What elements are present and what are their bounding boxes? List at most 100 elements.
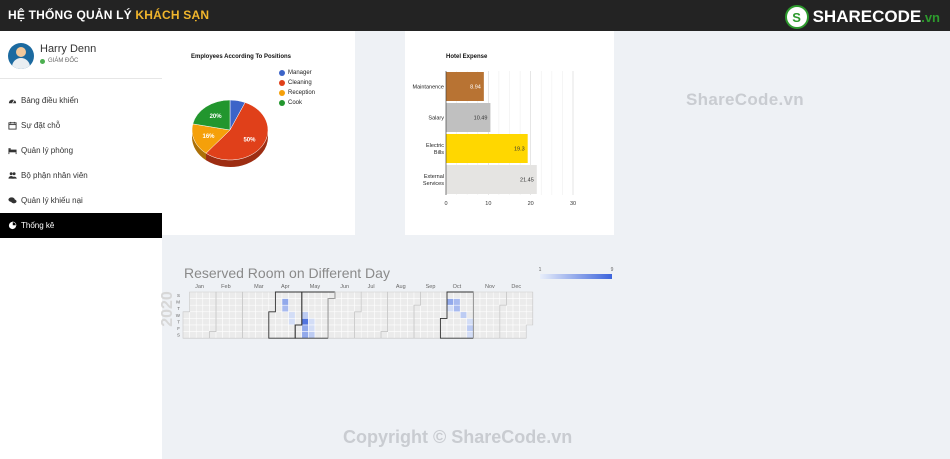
calendar-day-cell [479, 324, 487, 332]
calendar-day-cell [248, 318, 256, 326]
calendar-day-cell [301, 331, 309, 339]
calendar-day-cell [453, 331, 461, 339]
weekday-label: T [177, 306, 180, 311]
sidebar-item-statistics[interactable]: Thống kê [0, 213, 162, 238]
calendar-day-cell [486, 304, 494, 313]
legend-label: Manager [288, 70, 312, 76]
calendar-day-cell [407, 324, 415, 332]
calendar-day-cell [288, 324, 296, 332]
sidebar-item-label: Quản lý khiếu nại [21, 196, 83, 205]
dashboard-icon [8, 96, 17, 105]
calendar-day-cell [360, 331, 369, 339]
employees-pie-card: Employees According To Positions 50% 16% 2… [162, 31, 355, 235]
calendar-day-cell [407, 331, 415, 339]
calendar-day-cell [459, 324, 468, 332]
calendar-day-cell [334, 304, 342, 313]
calendar-day-cell [215, 331, 223, 339]
sidebar-item-staff[interactable]: Bộ phận nhân viên [0, 163, 162, 188]
calendar-day-cell [281, 298, 289, 306]
calendar-day-cell [248, 304, 256, 313]
calendar-day-cell [294, 291, 303, 299]
sharecode-logo: S SHARECODE.vn [784, 4, 940, 30]
calendar-day-cell [506, 291, 514, 299]
watermark-top: ShareCode.vn [686, 90, 804, 109]
calendar-day-cell [360, 291, 369, 299]
calendar-day-cell [209, 291, 217, 299]
calendar-day-cell [380, 304, 388, 313]
calendar-day-cell [407, 304, 415, 313]
user-profile[interactable]: Harry Denn GIÁM ĐỐC [8, 41, 158, 73]
calendar-day-cell [281, 304, 289, 313]
calendar-day-cell [519, 331, 527, 339]
calendar-day-cell [479, 291, 487, 299]
calendar-day-cell [294, 324, 303, 332]
category-label: External [424, 174, 444, 180]
sidebar-item-rooms[interactable]: Quản lý phòng [0, 138, 162, 163]
calendar-day-cell [235, 324, 243, 332]
calendar-day-cell [314, 311, 322, 319]
calendar-day-cell [215, 291, 223, 299]
calendar-day-cell [374, 311, 382, 319]
calendar-day-cell [261, 298, 270, 306]
sidebar-item-reservation[interactable]: Sự đặt chỗ [0, 113, 162, 138]
calendar-day-cell [341, 318, 349, 326]
calendar-day-cell [360, 304, 369, 313]
calendar-day-cell [440, 298, 448, 306]
calendar-day-cell [301, 324, 309, 332]
bar-value-label: 21.45 [520, 178, 534, 184]
calendar-day-cell [321, 324, 329, 332]
calendar-day-cell [400, 311, 408, 319]
calendar-day-cell [281, 311, 289, 319]
sidebar-item-dashboard[interactable]: Bảng điều khiển [0, 88, 162, 113]
calendar-day-cell [189, 304, 197, 313]
calendar-day-cell [393, 318, 402, 326]
calendar-day-cell [440, 304, 448, 313]
calendar-day-cell [281, 291, 289, 299]
bed-icon [8, 146, 17, 155]
sidebar-item-complaints[interactable]: Quản lý khiếu nại [0, 188, 162, 213]
calendar-day-cell [519, 311, 527, 319]
calendar-day-cell [393, 298, 402, 306]
calendar-day-cell [440, 324, 448, 332]
calendar-day-cell [426, 318, 435, 326]
calendar-day-cell [440, 331, 448, 339]
calendar-day-cell [492, 331, 501, 339]
calendar-day-cell [479, 318, 487, 326]
bar-value-label: 8.94 [470, 85, 481, 91]
calendar-day-cell [281, 318, 289, 326]
calendar-day-cell [519, 304, 527, 313]
calendar-day-cell [347, 324, 355, 332]
calendar-day-cell [380, 318, 388, 326]
calendar-day-cell [367, 304, 375, 313]
calendar-day-cell [433, 324, 441, 332]
calendar-day-cell [235, 318, 243, 326]
calendar-day-cell [301, 318, 309, 326]
calendar-day-cell [189, 324, 197, 332]
calendar-day-cell [374, 331, 382, 339]
calendar-day-cell [512, 324, 520, 332]
calendar-day-cell [189, 331, 197, 339]
calendar-day-cell [321, 331, 329, 339]
month-label: Dec [511, 284, 521, 290]
calendar-day-cell [420, 304, 428, 313]
calendar-day-cell [387, 311, 395, 319]
calendar-day-cell [202, 304, 210, 313]
calendar-day-cell [433, 298, 441, 306]
calendar-day-cell [525, 318, 534, 326]
calendar-day-cell [327, 331, 336, 339]
calendar-day-cell [294, 311, 303, 319]
x-tick-label: 30 [570, 201, 576, 207]
calendar-day-cell [512, 331, 520, 339]
calendar-day-cell [440, 318, 448, 326]
calendar-day-cell [479, 331, 487, 339]
calendar-day-cell [275, 298, 283, 306]
calendar-day-cell [189, 298, 197, 306]
calendar-day-cell [202, 318, 210, 326]
bar-value-label: 10.49 [474, 116, 488, 122]
calendar-day-cell [209, 318, 217, 326]
calendar-day-cell [433, 318, 441, 326]
calendar-day-cell [209, 304, 217, 313]
legend-label: Cook [288, 100, 303, 106]
calendar-day-cell [195, 304, 204, 313]
calendar-day-cell [341, 324, 349, 332]
